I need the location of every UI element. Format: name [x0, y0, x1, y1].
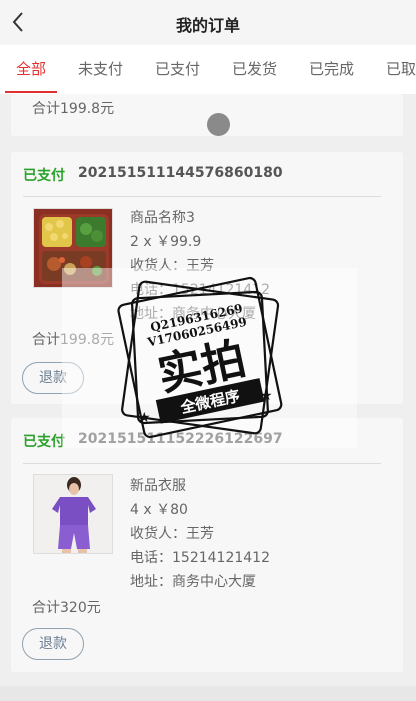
floating-dot[interactable] — [207, 113, 230, 136]
product-quantity-price: 2 x ￥99.9 — [130, 234, 202, 250]
tab-shipped[interactable]: 已发货 — [232, 45, 277, 94]
tab-cancelled[interactable]: 已取 — [386, 45, 416, 94]
order-total: 合计320元 — [32, 600, 101, 616]
receiver-name: 收货人：王芳 — [130, 526, 214, 542]
tab-paid[interactable]: 已支付 — [155, 45, 200, 94]
watermark-stamp: Q2196316269 V17060256499 实拍 全微程序 ★ ★ — [117, 276, 283, 439]
product-name: 新品衣服 — [130, 478, 186, 494]
order-tabs: 全部 未支付 已支付 已发货 已完成 已取 — [0, 45, 416, 94]
active-tab-indicator — [5, 91, 57, 93]
order-number: 202151511144576860180 — [78, 165, 283, 181]
svg-text:★: ★ — [260, 388, 273, 404]
product-info: 新品衣服 4 x ￥80 收货人：王芳 电话：15214121412 地址：商务… — [130, 474, 270, 594]
tab-completed[interactable]: 已完成 — [309, 45, 354, 94]
order-status: 已支付 — [23, 434, 65, 450]
order-card: 合计199.8元 — [11, 94, 403, 136]
receiver-address: 地址：商务中心大厦 — [130, 574, 256, 590]
bottom-bar — [0, 686, 416, 701]
product-image[interactable] — [33, 474, 113, 554]
divider — [23, 196, 381, 197]
page-title: 我的订单 — [175, 16, 240, 35]
product-quantity-price: 4 x ￥80 — [130, 502, 188, 518]
refund-button[interactable]: 退款 — [22, 628, 84, 660]
header-bar: 我的订单 — [0, 0, 416, 45]
divider — [23, 463, 381, 464]
order-card: 已支付 202151511152226122697 新品衣服 4 x ￥80 收… — [11, 418, 403, 672]
order-status: 已支付 — [23, 168, 65, 184]
order-total: 合计199.8元 — [32, 101, 115, 117]
product-name: 商品名称3 — [130, 210, 195, 226]
tab-unpaid[interactable]: 未支付 — [78, 45, 123, 94]
tab-all[interactable]: 全部 — [16, 45, 46, 94]
svg-text:★: ★ — [138, 410, 151, 426]
receiver-phone: 电话：15214121412 — [130, 550, 270, 566]
